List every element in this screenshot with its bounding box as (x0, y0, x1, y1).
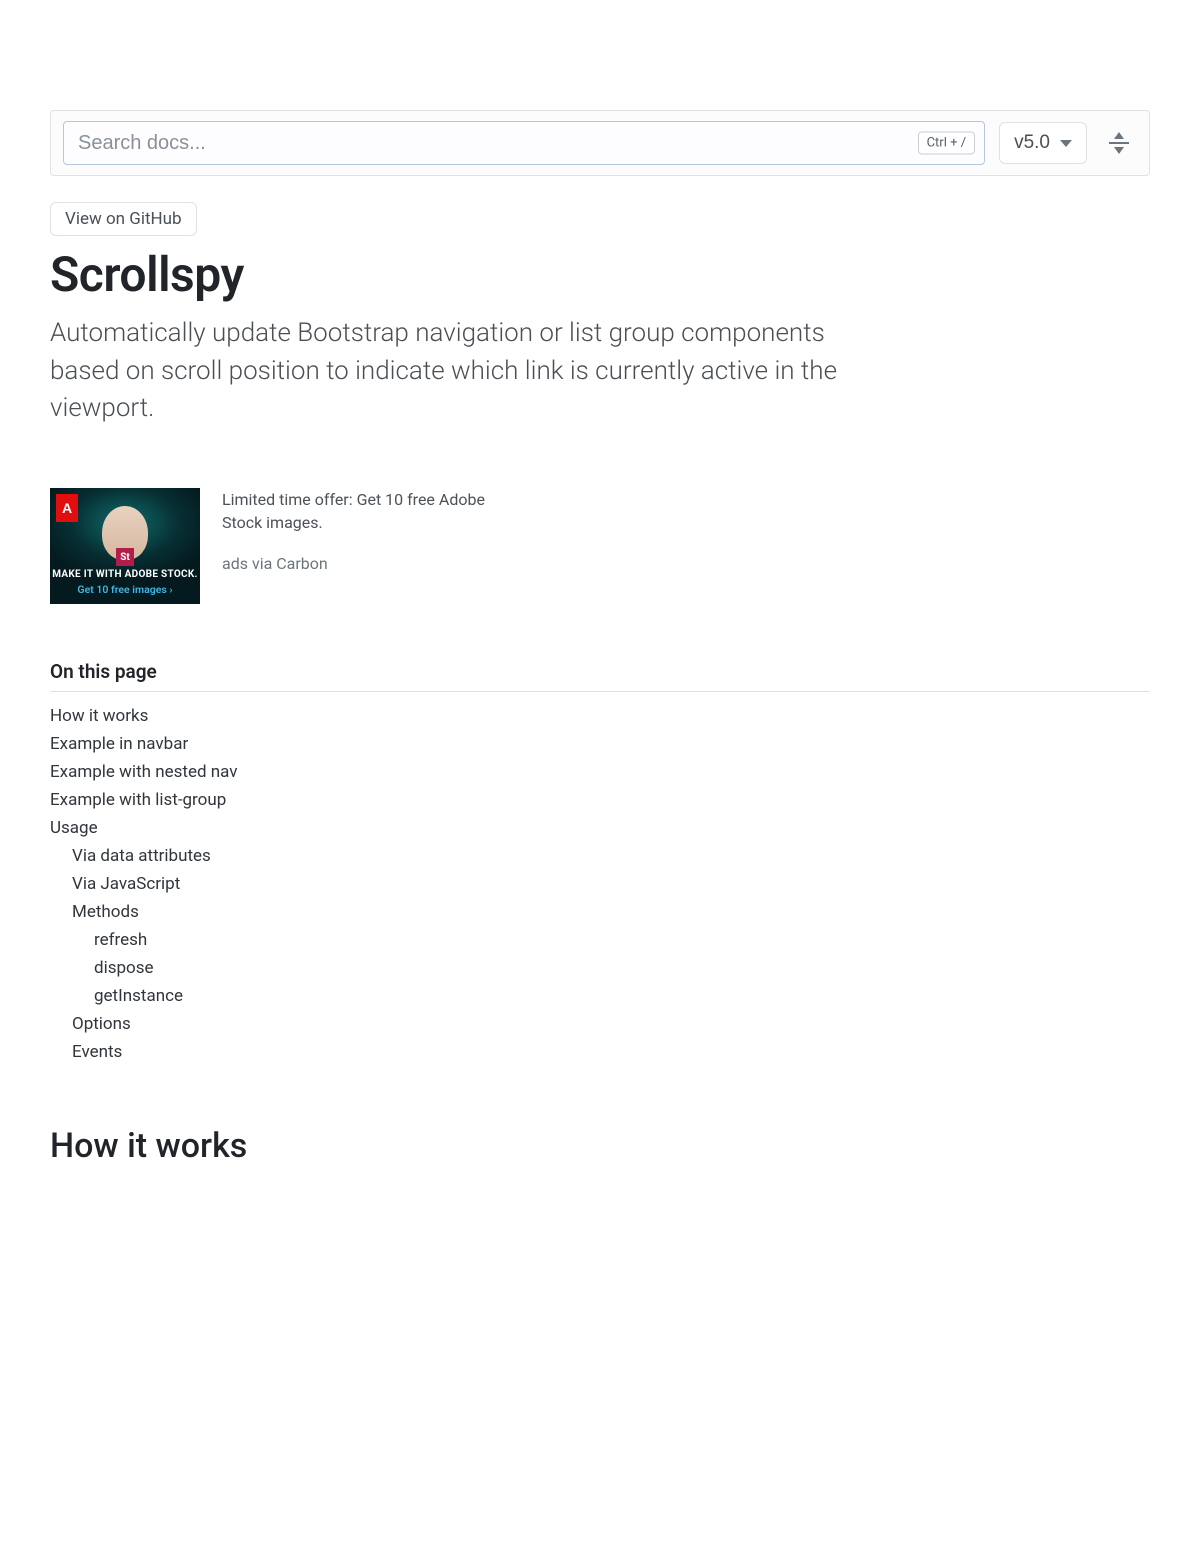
toc-link[interactable]: refresh (94, 930, 147, 950)
page-title: Scrollspy (50, 246, 1150, 303)
toc-link[interactable]: Via JavaScript (72, 874, 180, 894)
toc-item: Example with nested nav (50, 758, 1150, 786)
toc-item: How it works (50, 702, 1150, 730)
toc-item: refresh (50, 926, 1150, 954)
on-this-page-heading: On this page (50, 660, 1150, 692)
on-this-page-nav: On this page How it works Example in navb… (50, 660, 1150, 1066)
section-how-it-works-heading: How it works (50, 1126, 1150, 1166)
page-lead: Automatically update Bootstrap navigatio… (50, 315, 880, 428)
toc-item: Methods (50, 898, 1150, 926)
divider-icon (1109, 142, 1129, 144)
ad-image: St MAKE IT WITH ADOBE STOCK. Get 10 free… (50, 488, 200, 604)
toc-item: Events (50, 1038, 1150, 1066)
toc-item: Via data attributes (50, 842, 1150, 870)
toc-item: Example in navbar (50, 730, 1150, 758)
adobe-logo-icon (56, 494, 78, 522)
ad-attribution: ads via Carbon (222, 554, 510, 573)
toc-item: Via JavaScript (50, 870, 1150, 898)
search-wrapper: Ctrl + / (63, 121, 985, 165)
toc-link[interactable]: dispose (94, 958, 154, 978)
toc-link[interactable]: Usage (50, 818, 98, 838)
arrow-down-icon (1114, 147, 1124, 154)
toc-item: getInstance (50, 982, 1150, 1010)
arrow-up-icon (1114, 132, 1124, 139)
toc-link[interactable]: getInstance (94, 986, 183, 1006)
expand-collapse-icon[interactable] (1101, 125, 1137, 161)
toc-link[interactable]: Example with list-group (50, 790, 226, 810)
search-shortcut-hint: Ctrl + / (918, 132, 975, 155)
toc-link[interactable]: Example with nested nav (50, 762, 238, 782)
search-input[interactable] (63, 121, 985, 165)
ad-image-line2: Get 10 free images › (50, 583, 200, 596)
on-this-page-list: How it works Example in navbar Example wit… (50, 702, 1150, 1066)
carbon-ad[interactable]: St MAKE IT WITH ADOBE STOCK. Get 10 free… (50, 488, 510, 604)
toc-link[interactable]: Options (72, 1014, 131, 1034)
docs-toolbar: Ctrl + / v5.0 (50, 110, 1150, 176)
toc-link[interactable]: Events (72, 1042, 122, 1062)
toc-item: Options (50, 1010, 1150, 1038)
ad-image-line1: MAKE IT WITH ADOBE STOCK. (50, 569, 200, 580)
chevron-down-icon (1060, 140, 1072, 147)
toc-item: Example with list-group (50, 786, 1150, 814)
ad-headline: Limited time offer: Get 10 free Adobe St… (222, 488, 510, 534)
toc-link[interactable]: Methods (72, 902, 139, 922)
toc-item: Usage (50, 814, 1150, 842)
toc-link[interactable]: How it works (50, 706, 148, 726)
version-label: v5.0 (1014, 132, 1050, 154)
ad-text: Limited time offer: Get 10 free Adobe St… (222, 488, 510, 573)
view-on-github-button[interactable]: View on GitHub (50, 202, 197, 236)
toc-link[interactable]: Example in navbar (50, 734, 188, 754)
toc-item: dispose (50, 954, 1150, 982)
toc-link[interactable]: Via data attributes (72, 846, 211, 866)
version-dropdown[interactable]: v5.0 (999, 122, 1087, 164)
adobe-stock-badge-icon: St (116, 548, 134, 566)
